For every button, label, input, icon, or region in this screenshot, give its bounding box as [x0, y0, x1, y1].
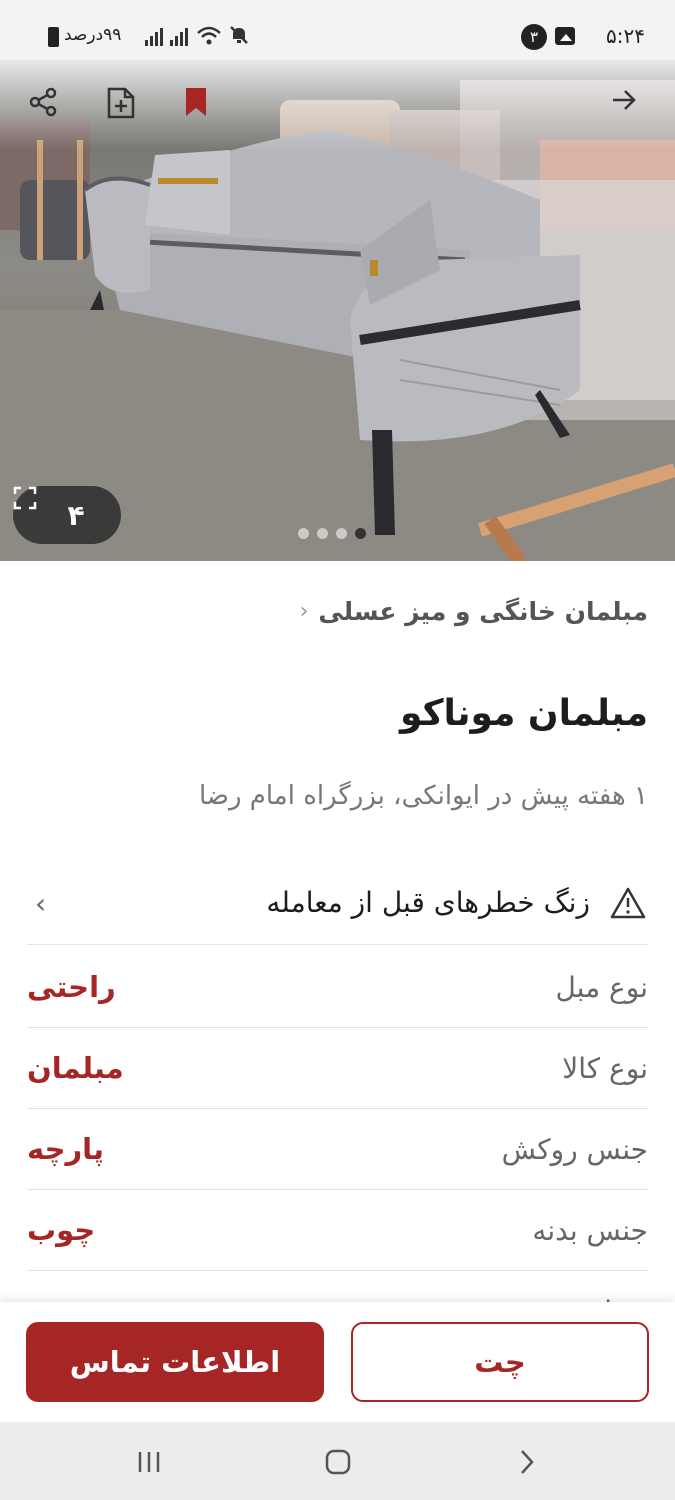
back-icon[interactable] [507, 1442, 547, 1482]
spec-label: نوع کالا [562, 1051, 648, 1085]
spec-value: مبلمان [27, 1051, 124, 1085]
chat-button[interactable]: چت [351, 1322, 649, 1402]
image-count: ۴ [67, 498, 85, 532]
home-icon[interactable] [318, 1442, 358, 1482]
notification-count: ۳ [521, 24, 547, 50]
gallery-icon [555, 27, 575, 45]
spec-row: جنس روکش پارچه [27, 1109, 648, 1190]
safety-warnings-link[interactable]: زنگ خطرهای قبل از معامله › [27, 861, 648, 945]
carousel-dot[interactable] [336, 528, 347, 539]
forward-arrow-icon[interactable] [610, 86, 650, 126]
add-note-icon[interactable] [106, 86, 146, 126]
contact-info-button[interactable]: اطلاعات تماس [26, 1322, 324, 1402]
carousel-dot[interactable] [317, 528, 328, 539]
spec-label: جنس بدنه [532, 1213, 648, 1247]
wifi-icon [196, 25, 222, 52]
safety-warnings-label: زنگ خطرهای قبل از معامله [266, 886, 590, 919]
mute-icon [228, 24, 250, 51]
spec-label: نوع مبل [555, 970, 648, 1004]
spec-label: جنس روکش [501, 1132, 648, 1166]
listing-photo[interactable]: ۴ [0, 60, 675, 561]
bottom-action-bar: اطلاعات تماس چت [0, 1302, 675, 1422]
spec-value: پارچه [27, 1132, 104, 1166]
carousel-dot[interactable] [298, 528, 309, 539]
spec-value: راحتی [27, 970, 116, 1004]
clock: ۵:۲۴ [606, 24, 645, 48]
system-navigation-bar [0, 1422, 675, 1500]
spec-row: جنس بدنه چوب [27, 1190, 648, 1271]
share-icon[interactable] [27, 86, 67, 126]
spec-row: نوع کالا مبلمان [27, 1028, 648, 1109]
specs-list: نوع مبل راحتی نوع کالا مبلمان جنس روکش پ… [27, 947, 648, 1352]
spec-row: نوع مبل راحتی [27, 947, 648, 1028]
listing-title: مبلمان موناکو [400, 693, 648, 734]
battery-text: ۹۹درصد [64, 25, 122, 45]
carousel-dots [298, 528, 366, 539]
chevron-left-icon: ‹ [299, 599, 309, 624]
recent-apps-icon[interactable] [129, 1442, 169, 1482]
signal-icon [145, 28, 163, 46]
photo-top-gradient [0, 60, 675, 150]
signal-icon [170, 28, 188, 46]
warning-icon [608, 883, 648, 923]
carousel-dot-active[interactable] [355, 528, 366, 539]
breadcrumb[interactable]: مبلمان خانگی و میز عسلی ‹ [300, 597, 648, 626]
breadcrumb-label[interactable]: مبلمان خانگی و میز عسلی [318, 597, 648, 626]
bookmark-icon[interactable] [184, 86, 224, 126]
listing-meta: ۱ هفته پیش در ایوانکی، بزرگراه امام رضا [198, 781, 648, 811]
battery-icon [48, 27, 59, 47]
chevron-right-icon: › [35, 887, 47, 920]
spec-value: چوب [27, 1213, 96, 1247]
status-bar: ۹۹درصد ۳ ۵:۲۴ [0, 0, 675, 60]
open-gallery-button[interactable]: ۴ [13, 486, 121, 544]
